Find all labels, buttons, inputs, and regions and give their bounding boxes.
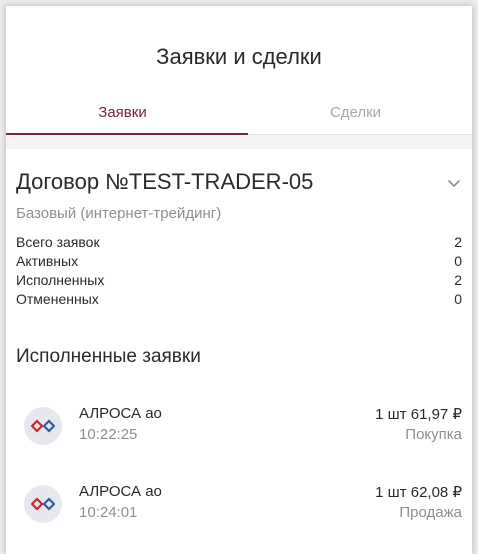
stat-label: Исполненных xyxy=(16,272,105,288)
stat-row-cancelled: Отмененных 0 xyxy=(16,290,462,309)
order-side: Покупка xyxy=(405,426,462,443)
stat-value: 2 xyxy=(454,234,462,250)
order-instrument: АЛРОСА ао xyxy=(79,405,162,422)
stat-row-executed: Исполненных 2 xyxy=(16,271,462,290)
order-amount: 1 шт 61,97 ₽ xyxy=(375,406,462,423)
order-item[interactable]: АЛРОСА ао 10:24:01 1 шт 62,08 ₽ Продажа xyxy=(16,479,462,523)
alrosa-logo-icon xyxy=(24,407,62,445)
orders-panel: Заявки и сделки Заявки Сделки Договор №T… xyxy=(6,6,472,554)
tab-deals[interactable]: Сделки xyxy=(239,104,472,121)
contract-title: Договор №TEST-TRADER-05 xyxy=(16,169,314,194)
order-time: 10:22:25 xyxy=(79,426,138,443)
stat-value: 2 xyxy=(454,272,462,288)
stat-label: Всего заявок xyxy=(16,234,100,250)
order-side: Продажа xyxy=(399,504,462,521)
stat-label: Активных xyxy=(16,253,79,269)
order-instrument: АЛРОСА ао xyxy=(79,483,162,500)
page-title: Заявки и сделки xyxy=(156,44,322,69)
tab-orders[interactable]: Заявки xyxy=(6,104,239,121)
stat-row-total: Всего заявок 2 xyxy=(16,233,462,252)
tab-bar: Заявки Сделки xyxy=(6,86,472,135)
order-amount: 1 шт 62,08 ₽ xyxy=(375,484,462,501)
stats-list: Всего заявок 2 Активных 0 Исполненных 2 … xyxy=(16,233,462,309)
chevron-down-icon[interactable] xyxy=(446,175,462,191)
active-tab-indicator xyxy=(6,133,248,135)
stat-row-active: Активных 0 xyxy=(16,252,462,271)
stat-label: Отмененных xyxy=(16,291,99,307)
header: Заявки и сделки xyxy=(6,6,472,86)
executed-orders-title: Исполненные заявки xyxy=(16,346,201,367)
stat-value: 0 xyxy=(454,253,462,269)
alrosa-logo-icon xyxy=(24,485,62,523)
section-divider xyxy=(6,135,472,149)
contract-subtitle: Базовый (интернет-трейдинг) xyxy=(16,205,222,222)
order-time: 10:24:01 xyxy=(79,504,138,521)
order-item[interactable]: АЛРОСА ао 10:22:25 1 шт 61,97 ₽ Покупка xyxy=(16,401,462,445)
stat-value: 0 xyxy=(454,291,462,307)
